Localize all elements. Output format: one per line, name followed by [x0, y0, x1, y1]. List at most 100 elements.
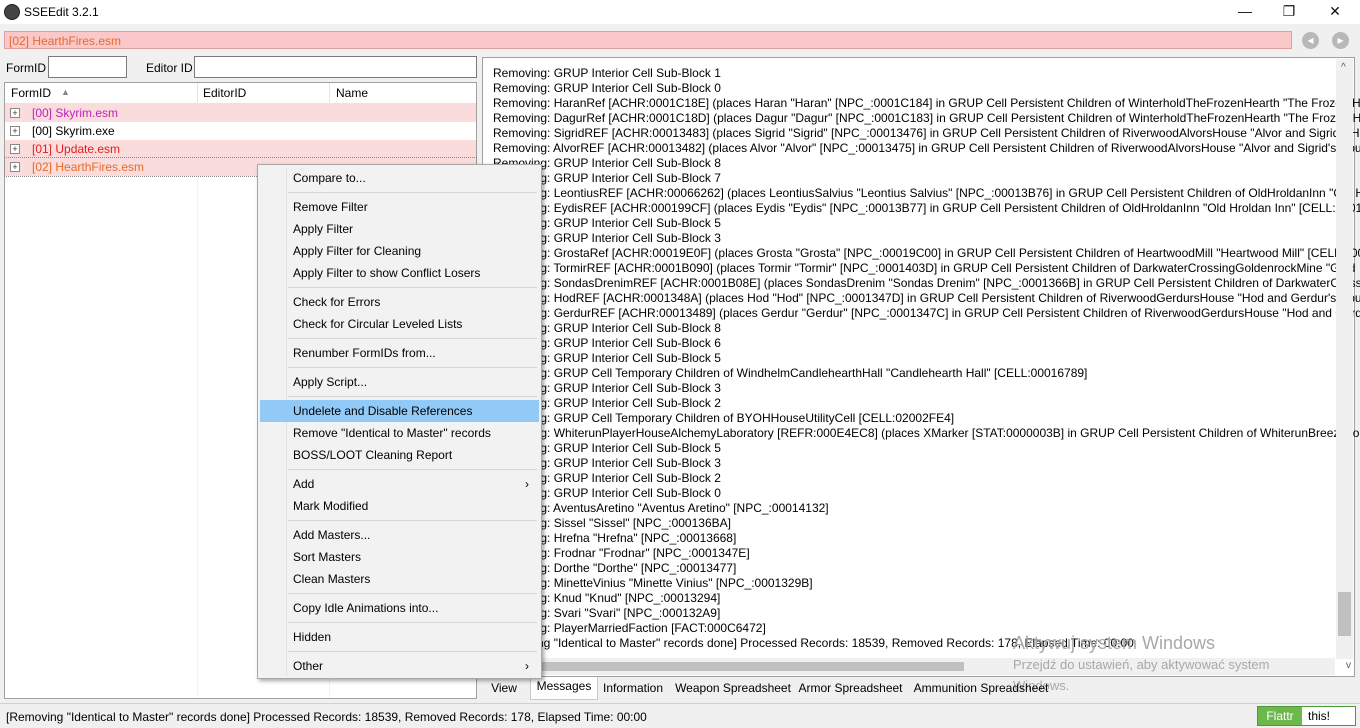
hscroll-thumb[interactable] — [484, 662, 964, 671]
menu-item-label: Compare to... — [293, 171, 366, 185]
log-line: Removing: LeontiusREF [ACHR:00066262] (p… — [493, 186, 1360, 200]
menu-item-label: Renumber FormIDs from... — [293, 346, 436, 360]
log-line: Removing: WhiterunPlayerHouseAlchemyLabo… — [493, 426, 1360, 440]
menu-item-apply-script[interactable]: Apply Script... — [260, 371, 539, 393]
menu-item-copy-idle-animations-into[interactable]: Copy Idle Animations into... — [260, 597, 539, 619]
watermark-line2: Przejdź do ustawień, aby aktywować syste… — [1013, 657, 1270, 672]
menu-item-label: Add — [293, 477, 315, 491]
menu-item-label: Apply Script... — [293, 375, 368, 389]
menu-item-renumber-formids-from[interactable]: Renumber FormIDs from... — [260, 342, 539, 364]
menu-separator — [288, 520, 537, 521]
log-line: Removing: EydisREF [ACHR:000199CF] (plac… — [493, 201, 1360, 215]
log-line: Removing: AlvorREF [ACHR:00013482] (plac… — [493, 141, 1360, 155]
log-line: Removing: TormirREF [ACHR:0001B090] (pla… — [493, 261, 1356, 275]
menu-item-apply-filter-to-show-conflict-losers[interactable]: Apply Filter to show Conflict Losers — [260, 262, 539, 284]
menu-item-label: Clean Masters — [293, 572, 371, 586]
menu-item-apply-filter-for-cleaning[interactable]: Apply Filter for Cleaning — [260, 240, 539, 262]
column-formid[interactable]: FormID — [11, 86, 51, 100]
maximize-button[interactable]: ❐ — [1266, 0, 1312, 24]
menu-item-add[interactable]: Add › — [260, 473, 539, 495]
menu-separator — [288, 622, 537, 623]
menu-item-label: Remove Filter — [293, 200, 368, 214]
title-bar: SSEEdit 3.2.1 — ❐ ✕ — [0, 0, 1360, 24]
menu-item-label: Check for Errors — [293, 295, 381, 309]
tab-view[interactable]: View — [486, 679, 522, 698]
sort-arrow-icon: ▲ — [61, 87, 70, 97]
menu-item-add-masters[interactable]: Add Masters... — [260, 524, 539, 546]
scroll-thumb[interactable] — [1338, 592, 1351, 636]
back-button[interactable]: ◂ — [1302, 32, 1319, 49]
expand-icon[interactable]: + — [10, 126, 20, 136]
menu-item-label: Hidden — [293, 630, 332, 644]
tree-row[interactable]: + [01] Update.esm — [5, 140, 476, 158]
menu-separator — [288, 192, 537, 193]
vertical-scrollbar[interactable]: ^ — [1336, 59, 1353, 659]
scroll-up-icon[interactable]: ^ — [1341, 62, 1346, 73]
menu-item-label: Undelete and Disable References — [293, 404, 473, 418]
menu-item-remove-identical-to-master-records[interactable]: Remove "Identical to Master" records — [260, 422, 539, 444]
menu-item-check-for-errors[interactable]: Check for Errors — [260, 291, 539, 313]
submenu-arrow-icon: › — [525, 659, 529, 673]
menu-item-compare-to[interactable]: Compare to... — [260, 167, 539, 189]
editorid-input[interactable] — [194, 56, 477, 78]
menu-item-label: Mark Modified — [293, 499, 369, 513]
log-line: Removing: AventusAretino "Aventus Aretin… — [493, 501, 829, 515]
bottom-tabs: View Messages Information Weapon Spreads… — [482, 677, 1355, 700]
menu-item-remove-filter[interactable]: Remove Filter — [260, 196, 539, 218]
scroll-down-icon[interactable]: v — [1346, 660, 1351, 671]
tab-weapon-spreadsheet[interactable]: Weapon Spreadsheet — [673, 679, 793, 698]
menu-item-label: Apply Filter — [293, 222, 354, 236]
log-line: Removing: HaranRef [ACHR:0001C18E] (plac… — [493, 96, 1360, 110]
close-button[interactable]: ✕ — [1312, 0, 1358, 24]
submenu-arrow-icon: › — [525, 477, 529, 491]
flattr-this-label: this! — [1308, 709, 1331, 723]
menu-item-boss-loot-cleaning-report[interactable]: BOSS/LOOT Cleaning Report — [260, 444, 539, 466]
messages-pane[interactable]: Removing: GRUP Interior Cell Sub-Block 1… — [482, 57, 1360, 677]
menu-item-label: Sort Masters — [293, 550, 362, 564]
watermark-title: Aktywuj system Windows — [1013, 633, 1216, 653]
app-icon — [4, 4, 20, 20]
editorid-label: Editor ID — [146, 61, 193, 75]
tree-row-label: [00] Skyrim.esm — [32, 106, 119, 120]
formid-input[interactable] — [48, 56, 127, 78]
log-line: Removing: GRUP Interior Cell Sub-Block 0 — [493, 81, 721, 95]
formid-label: FormID — [6, 61, 46, 75]
menu-item-check-for-circular-leveled-lists[interactable]: Check for Circular Leveled Lists — [260, 313, 539, 335]
tab-messages[interactable]: Messages — [530, 677, 598, 700]
expand-icon[interactable]: + — [10, 162, 20, 172]
log-line: Removing: SondasDrenimREF [ACHR:0001B08E… — [493, 276, 1360, 290]
tree-row[interactable]: + [00] Skyrim.esm — [5, 104, 476, 122]
tree-header: FormID ▲ EditorID Name — [5, 83, 476, 104]
minimize-button[interactable]: — — [1222, 0, 1268, 24]
log-line: Removing: DagurRef [ACHR:0001C18D] (plac… — [493, 111, 1360, 125]
tree-row-label: [02] HearthFires.esm — [32, 160, 145, 174]
menu-separator — [288, 287, 537, 288]
menu-item-label: Other — [293, 659, 324, 673]
expand-icon[interactable]: + — [10, 108, 20, 118]
flattr-button[interactable]: Flattr this! — [1257, 706, 1356, 726]
log-line: Removing: GRUP Interior Cell Sub-Block 1 — [493, 66, 721, 80]
status-text: [Removing "Identical to Master" records … — [6, 710, 647, 724]
tree-row-label: [00] Skyrim.exe — [32, 124, 115, 138]
column-editorid[interactable]: EditorID — [203, 86, 246, 100]
tab-ammunition-spreadsheet[interactable]: Ammunition Spreadsheet — [909, 679, 1053, 698]
log-line: Removing: GrostaRef [ACHR:00019E0F] (pla… — [493, 246, 1360, 260]
menu-item-hidden[interactable]: Hidden — [260, 626, 539, 648]
tree-row[interactable]: + [00] Skyrim.exe — [5, 122, 476, 140]
menu-item-other[interactable]: Other › — [260, 655, 539, 677]
menu-item-label: Add Masters... — [293, 528, 371, 542]
column-name[interactable]: Name — [336, 86, 368, 100]
tab-armor-spreadsheet[interactable]: Armor Spreadsheet — [797, 679, 904, 698]
menu-item-label: Apply Filter to show Conflict Losers — [293, 266, 481, 280]
tab-information[interactable]: Information — [598, 679, 668, 698]
menu-item-clean-masters[interactable]: Clean Masters — [260, 568, 539, 590]
forward-button[interactable]: ▸ — [1332, 32, 1349, 49]
menu-item-apply-filter[interactable]: Apply Filter — [260, 218, 539, 240]
menu-item-mark-modified[interactable]: Mark Modified — [260, 495, 539, 517]
log-line: Removing: GRUP Cell Temporary Children o… — [493, 411, 955, 425]
menu-item-undelete-and-disable-references[interactable]: Undelete and Disable References — [260, 400, 539, 422]
menu-item-label: BOSS/LOOT Cleaning Report — [293, 448, 453, 462]
expand-icon[interactable]: + — [10, 144, 20, 154]
menu-item-sort-masters[interactable]: Sort Masters — [260, 546, 539, 568]
menu-separator — [288, 396, 537, 397]
